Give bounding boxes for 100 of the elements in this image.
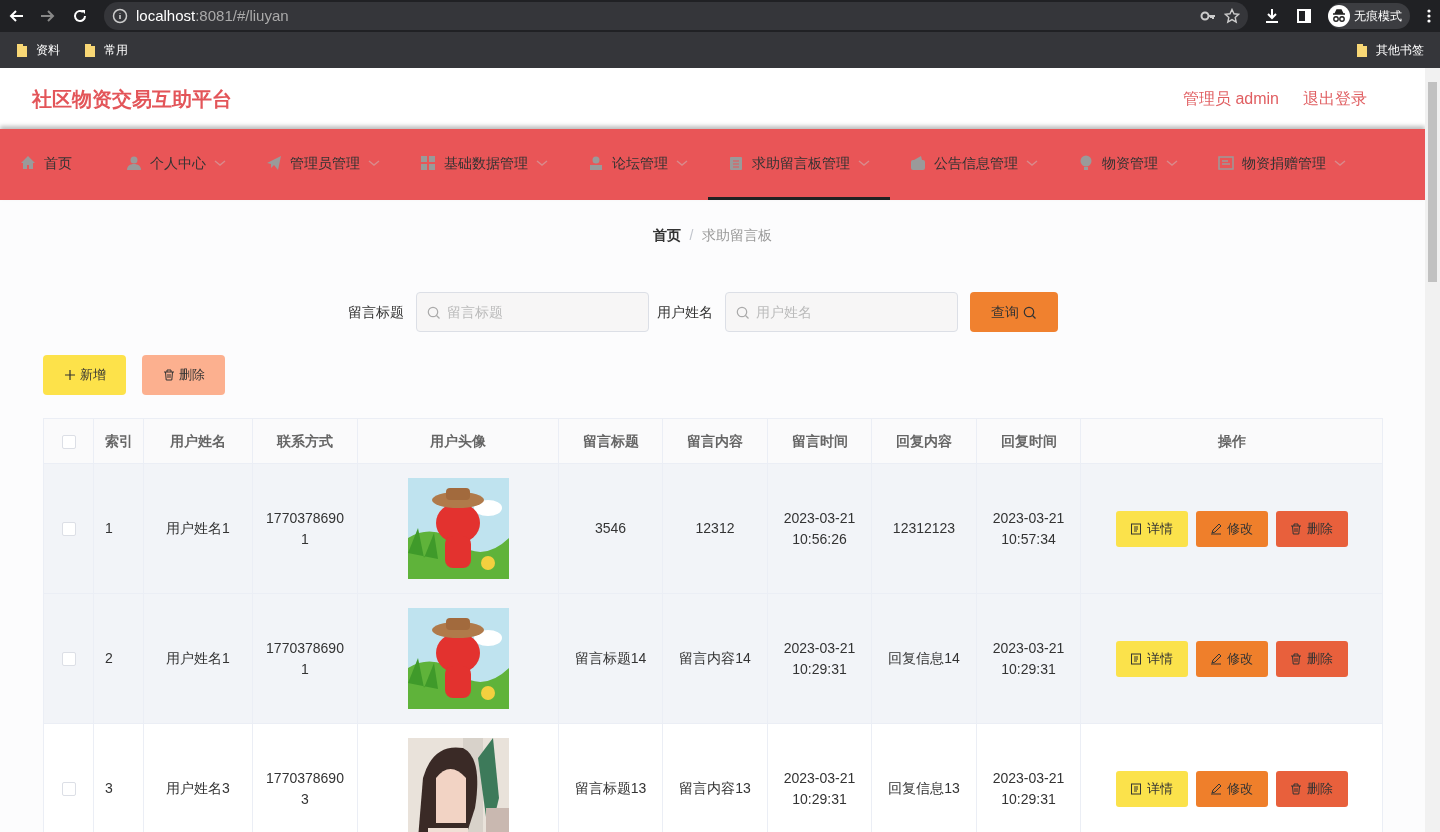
wallet-icon <box>910 155 926 171</box>
breadcrumb-link[interactable]: 首页 <box>652 225 681 246</box>
search-field[interactable]: 用户姓名 <box>724 292 958 332</box>
table-cell: 留言内容14 <box>662 593 768 724</box>
sidebar-icon[interactable] <box>1296 8 1312 24</box>
nav-item[interactable]: 管理员管理 <box>246 129 400 200</box>
time-text: 2023-03-21 10:57:34 <box>991 508 1066 549</box>
field-label: 留言标题 <box>347 302 404 322</box>
document-icon <box>1130 522 1142 535</box>
document-icon <box>1130 782 1142 795</box>
info-icon[interactable] <box>112 8 128 24</box>
plus-icon <box>63 369 76 381</box>
trash-icon <box>1290 652 1302 665</box>
user-link[interactable]: 管理员 admin <box>1182 86 1279 111</box>
nav-item[interactable]: 个人中心 <box>106 129 246 200</box>
star-icon[interactable] <box>1224 8 1240 24</box>
pencil-icon <box>1210 652 1222 665</box>
detail-button[interactable]: 详情 <box>1115 640 1188 677</box>
profile-chip[interactable]: 无痕模式 <box>1328 3 1410 29</box>
time-text: 2023-03-21 10:56:26 <box>782 508 857 549</box>
select-all-checkbox[interactable] <box>61 434 76 449</box>
person-icon <box>588 155 604 171</box>
nav-item[interactable]: 求助留言板管理 <box>708 129 890 200</box>
folder-icon <box>16 42 28 58</box>
grid-icon <box>420 155 436 171</box>
row-checkbox[interactable] <box>61 652 76 667</box>
row-checkbox[interactable] <box>61 522 76 537</box>
search-button[interactable]: 查询 <box>969 292 1058 332</box>
time-text: 2023-03-21 10:29:31 <box>782 638 857 679</box>
pencil-icon <box>1210 782 1222 795</box>
incognito-icon <box>1328 5 1350 27</box>
table-cell: 回复信息14 <box>871 593 977 724</box>
table-cell: 12312 <box>662 463 768 594</box>
bookmark[interactable]: 资料 <box>16 41 60 59</box>
column-header: 回复时间 <box>976 418 1081 464</box>
breadcrumb-separator: / <box>689 226 694 245</box>
table-cell: 12312123 <box>871 463 977 594</box>
user-icon <box>126 155 142 171</box>
nav-item[interactable]: 论坛管理 <box>568 129 708 200</box>
detail-button[interactable]: 详情 <box>1115 770 1188 807</box>
nav-item[interactable]: 公告信息管理 <box>890 129 1058 200</box>
bookmark-folder[interactable]: 其他书签 <box>1356 41 1424 59</box>
table-cell: 2 <box>93 593 144 724</box>
search-icon <box>1023 305 1036 319</box>
trash-icon <box>162 369 175 381</box>
row-checkbox[interactable] <box>61 782 76 797</box>
column-header: 用户姓名 <box>143 418 253 464</box>
download-icon[interactable] <box>1264 8 1280 24</box>
phone-text: 17703786903 <box>265 768 345 809</box>
search-field[interactable]: 留言标题 <box>415 292 649 332</box>
edit-button[interactable]: 修改 <box>1195 640 1268 677</box>
column-header: 用户头像 <box>357 418 559 464</box>
nav-item[interactable]: 物资管理 <box>1058 129 1198 200</box>
delete-button[interactable]: 删除 <box>142 355 225 395</box>
folder-icon <box>84 42 96 58</box>
scrollbar[interactable] <box>1425 68 1440 832</box>
more-icon[interactable] <box>1426 8 1432 24</box>
detail-button[interactable]: 详情 <box>1115 510 1188 547</box>
column-header: 操作 <box>1080 418 1383 464</box>
nav-item[interactable]: 基础数据管理 <box>400 129 568 200</box>
bookmark[interactable]: 常用 <box>84 41 128 59</box>
trash-icon <box>1290 782 1302 795</box>
search-icon <box>426 306 440 319</box>
table-cell: 留言标题14 <box>558 593 663 724</box>
phone-text: 17703786901 <box>265 638 345 679</box>
column-header: 回复内容 <box>871 418 977 464</box>
delete-button[interactable]: 删除 <box>1275 510 1348 547</box>
bulb-icon <box>1078 155 1094 171</box>
logout-link[interactable]: 退出登录 <box>1303 86 1367 111</box>
trash-icon <box>1290 522 1302 535</box>
site-title: 社区物资交易互助平台 <box>32 86 232 112</box>
search-icon <box>735 306 749 319</box>
table-cell: 用户姓名1 <box>143 463 253 594</box>
paper-plane-icon <box>266 155 282 171</box>
nav-item[interactable]: 首页 <box>0 129 106 200</box>
document-icon <box>1218 155 1234 171</box>
add-button[interactable]: 新增 <box>43 355 126 395</box>
column-header: 留言标题 <box>558 418 663 464</box>
home-icon <box>20 155 36 171</box>
edit-button[interactable]: 修改 <box>1195 510 1268 547</box>
delete-button[interactable]: 删除 <box>1275 770 1348 807</box>
reload-icon[interactable] <box>72 8 88 24</box>
column-header: 索引 <box>93 418 144 464</box>
time-text: 2023-03-21 10:29:31 <box>991 768 1066 809</box>
url-text: localhost:8081/#/liuyan <box>136 5 290 26</box>
table-cell: 1 <box>93 463 144 594</box>
time-text: 2023-03-21 10:29:31 <box>991 638 1066 679</box>
edit-button[interactable]: 修改 <box>1195 770 1268 807</box>
back-icon[interactable] <box>8 8 24 24</box>
clipboard-icon <box>728 155 744 171</box>
table-cell: 3546 <box>558 463 663 594</box>
address-bar[interactable]: localhost:8081/#/liuyan <box>104 2 1248 30</box>
nav-item[interactable]: 物资捐赠管理 <box>1198 129 1366 200</box>
folder-icon <box>1356 42 1368 58</box>
phone-text: 17703786901 <box>265 508 345 549</box>
forward-icon[interactable] <box>40 8 56 24</box>
breadcrumb-current: 求助留言板 <box>702 226 773 245</box>
column-header: 联系方式 <box>252 418 358 464</box>
pencil-icon <box>1210 522 1222 535</box>
delete-button[interactable]: 删除 <box>1275 640 1348 677</box>
